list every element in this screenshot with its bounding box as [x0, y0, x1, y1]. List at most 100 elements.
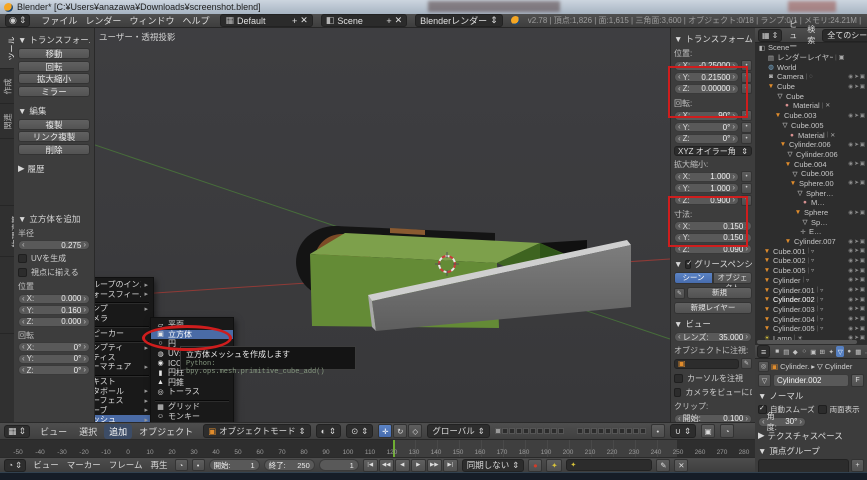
- hide-icon[interactable]: ◉: [848, 316, 853, 322]
- outliner-row[interactable]: ▤ レンダーレイヤー | ▣ ◉ ➤ ▣: [755, 53, 867, 63]
- outliner-row[interactable]: ▽ Cube | ◉ ➤ ▣: [755, 91, 867, 101]
- add-menu-item[interactable]: ✶ アーマチュア ▸: [95, 362, 153, 372]
- outliner-row[interactable]: ▼ Sphere | ◉ ➤ ▣: [755, 208, 867, 218]
- decrement-icon[interactable]: ‹: [22, 343, 25, 351]
- orientation-selector[interactable]: グローバル ⇕: [427, 424, 490, 438]
- hide-icon[interactable]: ◉: [848, 268, 853, 274]
- panel-header-grease-pencil[interactable]: ▼ グリースペンシルレイヤー: [674, 258, 752, 270]
- active-keying-set-field[interactable]: ✦: [566, 459, 652, 471]
- decrement-icon[interactable]: ‹: [22, 241, 25, 249]
- decrement-icon[interactable]: ‹: [678, 135, 681, 143]
- renderable-icon[interactable]: ▣: [860, 210, 865, 216]
- layer-toggle[interactable]: [502, 428, 508, 434]
- toolshelf-tab[interactable]: ツール: [0, 28, 14, 69]
- pencil-icon[interactable]: ✎: [674, 288, 685, 299]
- renderable-icon[interactable]: ▣: [860, 258, 865, 264]
- increment-icon[interactable]: ›: [83, 318, 86, 326]
- scene-lock-button[interactable]: •: [651, 424, 665, 438]
- properties-tab[interactable]: ○: [800, 346, 808, 357]
- outliner-row[interactable]: ▼ Cylinder.007 | ◉ ➤ ▣: [755, 237, 867, 247]
- layer-toggle[interactable]: [516, 428, 522, 434]
- pivot-selector[interactable]: ⊙ ⇕: [346, 424, 373, 438]
- render-engine-selector[interactable]: Blenderレンダー ⇕: [415, 14, 503, 27]
- mesh-submenu-item[interactable]: ☺ モンキー: [151, 411, 233, 421]
- properties-tab[interactable]: ▽: [836, 346, 844, 357]
- increment-icon[interactable]: ›: [83, 306, 86, 314]
- decrement-icon[interactable]: ‹: [678, 333, 681, 341]
- hide-icon[interactable]: ◉: [848, 326, 853, 332]
- scale-field[interactable]: ‹ X: 1.000 ›: [674, 172, 739, 182]
- add-menu-item[interactable]: 人 フォースフィールド ▸: [95, 290, 153, 300]
- selectable-icon[interactable]: ➤: [854, 74, 859, 80]
- panel-header-history[interactable]: ▶ 履歴: [18, 163, 90, 175]
- panel-header-transform[interactable]: ▼ トランスフォーム: [18, 34, 90, 46]
- manipulator-rotate-button[interactable]: ↻: [393, 424, 407, 438]
- layer-toggle[interactable]: [591, 428, 597, 434]
- manipulator-translate-button[interactable]: ✛: [378, 424, 392, 438]
- window-titlebar[interactable]: Blender* [C:¥Users¥anazawa¥Downloads¥scr…: [0, 0, 867, 14]
- hide-icon[interactable]: ◉: [848, 258, 853, 264]
- hide-icon[interactable]: ◉: [848, 239, 853, 245]
- outliner-row[interactable]: ▽ Sp… | ◉ ➤ ▣: [755, 217, 867, 227]
- rotation-field[interactable]: ‹ Z: 0° ›: [18, 365, 90, 375]
- outliner-row[interactable]: ▽ Spher… | ◉ ➤ ▣: [755, 188, 867, 198]
- lock-icon[interactable]: •: [741, 171, 752, 182]
- decrement-icon[interactable]: ‹: [22, 366, 25, 374]
- shading-selector[interactable]: ◐ ⇕: [316, 424, 341, 438]
- selectable-icon[interactable]: ➤: [854, 113, 859, 119]
- tool-button[interactable]: ミラー: [18, 86, 90, 97]
- gp-new-button[interactable]: 新規: [687, 287, 752, 299]
- renderable-icon[interactable]: ▣: [860, 287, 865, 293]
- outliner-row[interactable]: ▼ Cylinder.001 | ▿ ◉ ➤ ▣: [755, 285, 867, 295]
- eyedropper-icon[interactable]: ✎: [741, 358, 752, 369]
- tool-button[interactable]: 削除: [18, 144, 90, 155]
- lock-object-field[interactable]: ▣: [674, 359, 739, 369]
- timeline-menu[interactable]: マーカー: [64, 459, 104, 471]
- datablock-name-field[interactable]: Cylinder.002: [773, 374, 849, 387]
- renderable-icon[interactable]: ▣: [860, 74, 865, 80]
- layer-toggle[interactable]: [530, 428, 536, 434]
- increment-icon[interactable]: ›: [732, 184, 735, 192]
- rotation-field[interactable]: ‹ Y: 0° ›: [674, 122, 739, 132]
- layer-toggle[interactable]: [558, 428, 564, 434]
- selectable-icon[interactable]: ➤: [854, 326, 859, 332]
- renderable-icon[interactable]: ▣: [860, 180, 865, 186]
- properties-tab[interactable]: ∴: [863, 346, 867, 357]
- properties-tab[interactable]: ▣: [809, 346, 817, 357]
- toolshelf-tab[interactable]: アニメーション: [0, 139, 14, 206]
- outliner-row[interactable]: ◙ Camera | ◌ ◉ ➤ ▣: [755, 72, 867, 82]
- renderable-icon[interactable]: ▣: [860, 297, 865, 303]
- pin-icon[interactable]: ◎: [758, 361, 769, 372]
- outliner-row[interactable]: ● Material | ✕ ◉ ➤ ▣: [755, 101, 867, 111]
- hide-icon[interactable]: ◉: [848, 142, 853, 148]
- increment-icon[interactable]: ›: [83, 241, 86, 249]
- decrement-icon[interactable]: ‹: [678, 123, 681, 131]
- selectable-icon[interactable]: ➤: [854, 142, 859, 148]
- properties-tab[interactable]: ▦: [854, 346, 862, 357]
- decrement-icon[interactable]: ‹: [678, 415, 681, 422]
- opengl-render-anim-button[interactable]: ◔: [720, 424, 734, 438]
- auto-smooth-checkbox[interactable]: [758, 405, 767, 414]
- mode-selector[interactable]: ▣ オブジェクトモード ⇕: [203, 424, 311, 438]
- increment-icon[interactable]: ›: [732, 173, 735, 181]
- editor-type-selector[interactable]: ◔ ⇕: [4, 459, 26, 472]
- viewport-3d[interactable]: ユーザー・透視投影 人 グループのインスタンス ▸ 人 フォースフィールド ▸ …: [95, 28, 670, 422]
- increment-icon[interactable]: ›: [745, 415, 748, 422]
- lock-icon[interactable]: •: [741, 122, 752, 133]
- hide-icon[interactable]: ◉: [848, 84, 853, 90]
- tool-button[interactable]: 複製: [18, 119, 90, 130]
- properties-tab[interactable]: ✦: [827, 346, 835, 357]
- playback-button[interactable]: ▶: [411, 459, 426, 472]
- hide-icon[interactable]: ◉: [848, 113, 853, 119]
- increment-icon[interactable]: ›: [799, 418, 802, 426]
- double-sided-checkbox[interactable]: [818, 405, 827, 414]
- lens-field[interactable]: ‹ レンズ: 35.000 ›: [674, 332, 752, 342]
- outliner-row[interactable]: ▼ Cube.004 | ◉ ➤ ▣: [755, 159, 867, 169]
- playback-button[interactable]: ▶|: [443, 459, 458, 472]
- layer-toggle[interactable]: [551, 428, 557, 434]
- toolshelf-tab[interactable]: 物理演算: [0, 206, 14, 257]
- layer-toggle[interactable]: [537, 428, 543, 434]
- viewport-menu[interactable]: オブジェクト: [134, 424, 198, 439]
- layer-toggle[interactable]: [509, 428, 515, 434]
- selectable-icon[interactable]: ➤: [854, 287, 859, 293]
